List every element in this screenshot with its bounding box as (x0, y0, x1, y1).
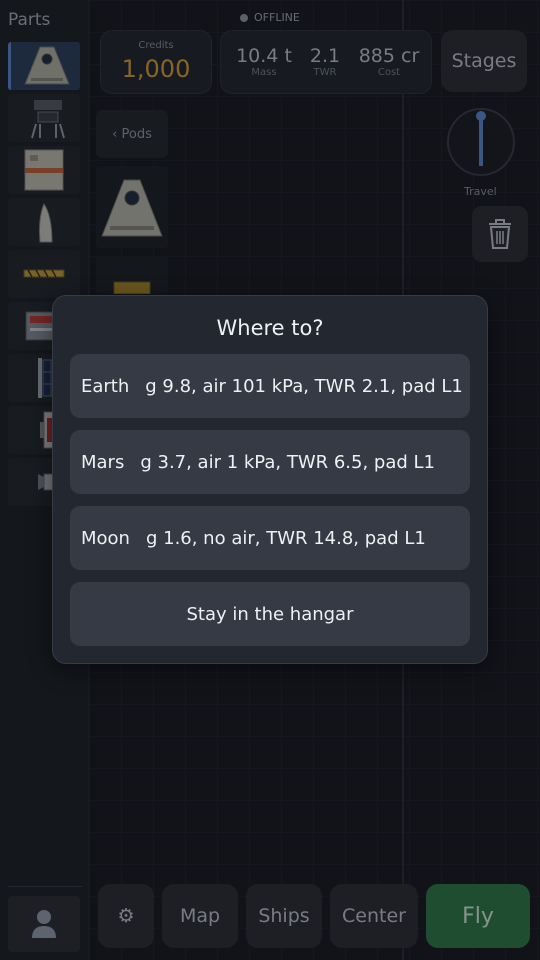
stay-in-hangar-button[interactable]: Stay in the hangar (70, 582, 470, 646)
destination-moon-button[interactable]: Moon g 1.6, no air, TWR 14.8, pad L1 (70, 506, 470, 570)
destination-dialog: Where to? Earth g 9.8, air 101 kPa, TWR … (52, 295, 488, 664)
destination-earth-button[interactable]: Earth g 9.8, air 101 kPa, TWR 2.1, pad L… (70, 354, 470, 418)
destination-info: g 3.7, air 1 kPa, TWR 6.5, pad L1 (140, 451, 436, 473)
dialog-title: Where to? (216, 316, 324, 340)
destination-info: g 1.6, no air, TWR 14.8, pad L1 (145, 527, 426, 549)
destination-name: Moon (81, 527, 130, 549)
destination-mars-button[interactable]: Mars g 3.7, air 1 kPa, TWR 6.5, pad L1 (70, 430, 470, 494)
destination-name: Earth (81, 375, 130, 397)
destination-name: Mars (81, 451, 125, 473)
destination-info: g 9.8, air 101 kPa, TWR 2.1, pad L1 (145, 375, 463, 397)
